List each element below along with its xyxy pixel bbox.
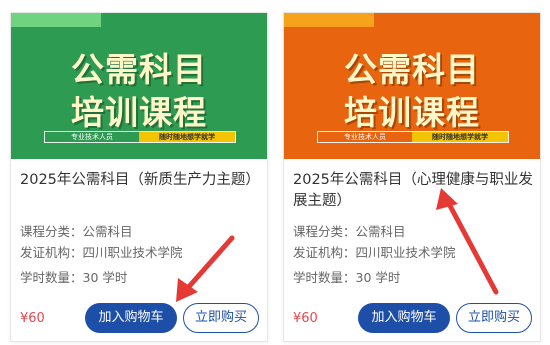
banner-title-line1: 公需科目 <box>344 50 480 89</box>
buy-now-button[interactable]: 立即购买 <box>456 303 532 333</box>
course-category: 课程分类：公需科目 <box>293 224 406 239</box>
course-banner[interactable]: 公需科目 培训课程 专业技术人员 随时随地想学就学 <box>284 13 540 159</box>
course-title[interactable]: 2025年公需科目（心理健康与职业发展主题） <box>293 170 533 212</box>
banner-tag-right: 随时随地想学就学 <box>139 132 235 142</box>
course-card[interactable]: 公需科目 培训课程 专业技术人员 随时随地想学就学 2025年公需科目（心理健康… <box>283 12 541 342</box>
banner-stripe <box>284 13 374 27</box>
course-title[interactable]: 2025年公需科目（新质生产力主题） <box>20 170 260 191</box>
course-hours: 学时数量：30 学时 <box>20 270 128 285</box>
banner-tag-right: 随时随地想学就学 <box>412 132 508 142</box>
course-card[interactable]: 公需科目 培训课程 专业技术人员 随时随地想学就学 2025年公需科目（新质生产… <box>10 12 268 342</box>
banner-title-line2: 培训课程 <box>344 93 480 132</box>
banner-title-line2: 培训课程 <box>71 93 207 132</box>
banner-tag-left: 专业技术人员 <box>344 133 386 141</box>
course-price: ¥60 <box>293 311 318 326</box>
add-to-cart-button[interactable]: 加入购物车 <box>358 303 450 333</box>
course-price: ¥60 <box>20 311 45 326</box>
buy-now-button[interactable]: 立即购买 <box>183 303 259 333</box>
course-issuer: 发证机构：四川职业技术学院 <box>293 245 456 260</box>
course-hours: 学时数量：30 学时 <box>293 270 401 285</box>
banner-stripe <box>11 13 101 27</box>
course-category: 课程分类：公需科目 <box>20 224 133 239</box>
course-banner[interactable]: 公需科目 培训课程 专业技术人员 随时随地想学就学 <box>11 13 267 159</box>
banner-tagline: 专业技术人员 随时随地想学就学 <box>44 131 236 143</box>
banner-title-line1: 公需科目 <box>71 50 207 89</box>
add-to-cart-button[interactable]: 加入购物车 <box>85 303 177 333</box>
course-issuer: 发证机构：四川职业技术学院 <box>20 245 183 260</box>
banner-tag-left: 专业技术人员 <box>71 133 113 141</box>
banner-tagline: 专业技术人员 随时随地想学就学 <box>317 131 509 143</box>
